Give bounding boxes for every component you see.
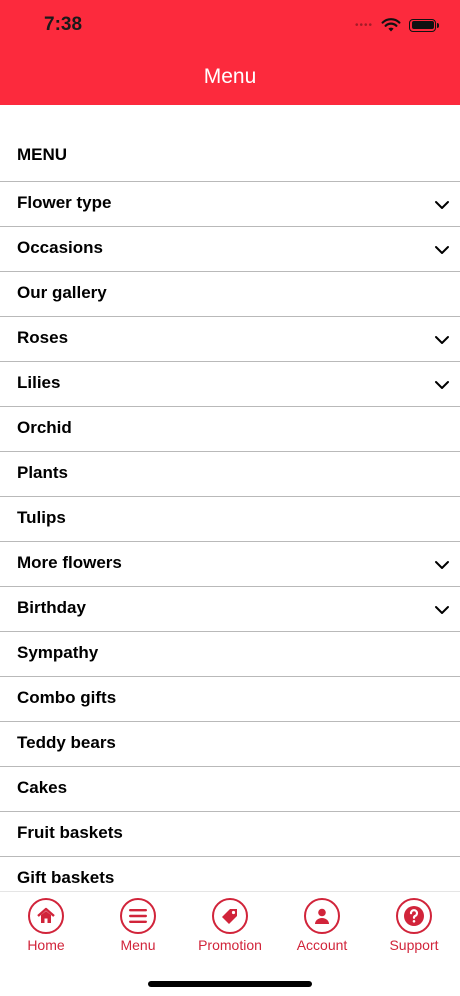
tab-promotion[interactable]: Promotion: [184, 898, 276, 953]
account-icon: [304, 898, 340, 934]
menu-item-label: More flowers: [17, 552, 122, 572]
menu-item-combo-gifts[interactable]: Combo gifts: [0, 677, 460, 722]
menu-item-label: Orchid: [17, 417, 72, 437]
menu-item-label: Occasions: [17, 237, 103, 257]
chevron-down-icon[interactable]: [434, 559, 450, 571]
menu-section-title: MENU: [0, 105, 460, 182]
menu-item-sympathy[interactable]: Sympathy: [0, 632, 460, 677]
signal-dots-icon: ••••: [354, 19, 373, 31]
menu-item-roses[interactable]: Roses: [0, 317, 460, 362]
home-indicator: [148, 981, 312, 987]
tab-label-menu: Menu: [120, 937, 156, 953]
tab-label-support: Support: [389, 937, 439, 953]
menu-item-label: Sympathy: [17, 642, 99, 662]
menu-item-label: Flower type: [17, 192, 112, 212]
tab-account[interactable]: Account: [276, 898, 368, 953]
chevron-down-icon[interactable]: [434, 379, 450, 391]
menu-item-label: Cakes: [17, 777, 68, 797]
help-icon: [396, 898, 432, 934]
menu-item-plants[interactable]: Plants: [0, 452, 460, 497]
chevron-down-icon[interactable]: [434, 604, 450, 616]
menu-item-label: Gift baskets: [17, 867, 115, 887]
menu-item-more-flowers[interactable]: More flowers: [0, 542, 460, 587]
status-time: 7:38: [44, 14, 83, 35]
menu-item-label: Combo gifts: [17, 687, 117, 707]
menu-item-gift-baskets[interactable]: Gift baskets: [0, 857, 460, 891]
status-icons: ••••: [354, 16, 439, 34]
menu-item-label: Plants: [17, 462, 69, 482]
tab-menu[interactable]: Menu: [92, 898, 184, 953]
tag-icon: [212, 898, 248, 934]
tab-label-home: Home: [27, 937, 65, 953]
menu-item-teddy-bears[interactable]: Teddy bears: [0, 722, 460, 767]
tab-support[interactable]: Support: [368, 898, 460, 953]
menu-item-orchid[interactable]: Orchid: [0, 407, 460, 452]
menu-item-label: Birthday: [17, 597, 86, 617]
menu-item-lilies[interactable]: Lilies: [0, 362, 460, 407]
menu-item-occasions[interactable]: Occasions: [0, 227, 460, 272]
wifi-icon: [381, 18, 401, 32]
menu-list[interactable]: MENU Flower type Occasions Our gallery Rose…: [0, 105, 460, 891]
menu-item-label: Our gallery: [17, 282, 107, 302]
chevron-down-icon[interactable]: [434, 244, 450, 256]
chevron-down-icon[interactable]: [434, 334, 450, 346]
menu-item-label: Tulips: [17, 507, 66, 527]
tab-label-promotion: Promotion: [198, 937, 262, 953]
nav-header: 7:38 •••• Menu: [0, 0, 460, 105]
menu-item-label: Roses: [17, 327, 69, 347]
tab-label-account: Account: [296, 937, 348, 953]
menu-item-label: Lilies: [17, 372, 61, 392]
menu-item-tulips[interactable]: Tulips: [0, 497, 460, 542]
page-title: Menu: [203, 65, 257, 88]
battery-icon: [409, 18, 439, 32]
menu-item-our-gallery[interactable]: Our gallery: [0, 272, 460, 317]
menu-item-birthday[interactable]: Birthday: [0, 587, 460, 632]
menu-item-flower-type[interactable]: Flower type: [0, 182, 460, 227]
tab-home[interactable]: Home: [0, 898, 92, 953]
menu-item-label: Teddy bears: [17, 732, 116, 752]
chevron-down-icon[interactable]: [434, 199, 450, 211]
menu-icon: [120, 898, 156, 934]
home-icon: [28, 898, 64, 934]
menu-item-fruit-baskets[interactable]: Fruit baskets: [0, 812, 460, 857]
menu-item-label: Fruit baskets: [17, 822, 123, 842]
menu-item-cakes[interactable]: Cakes: [0, 767, 460, 812]
